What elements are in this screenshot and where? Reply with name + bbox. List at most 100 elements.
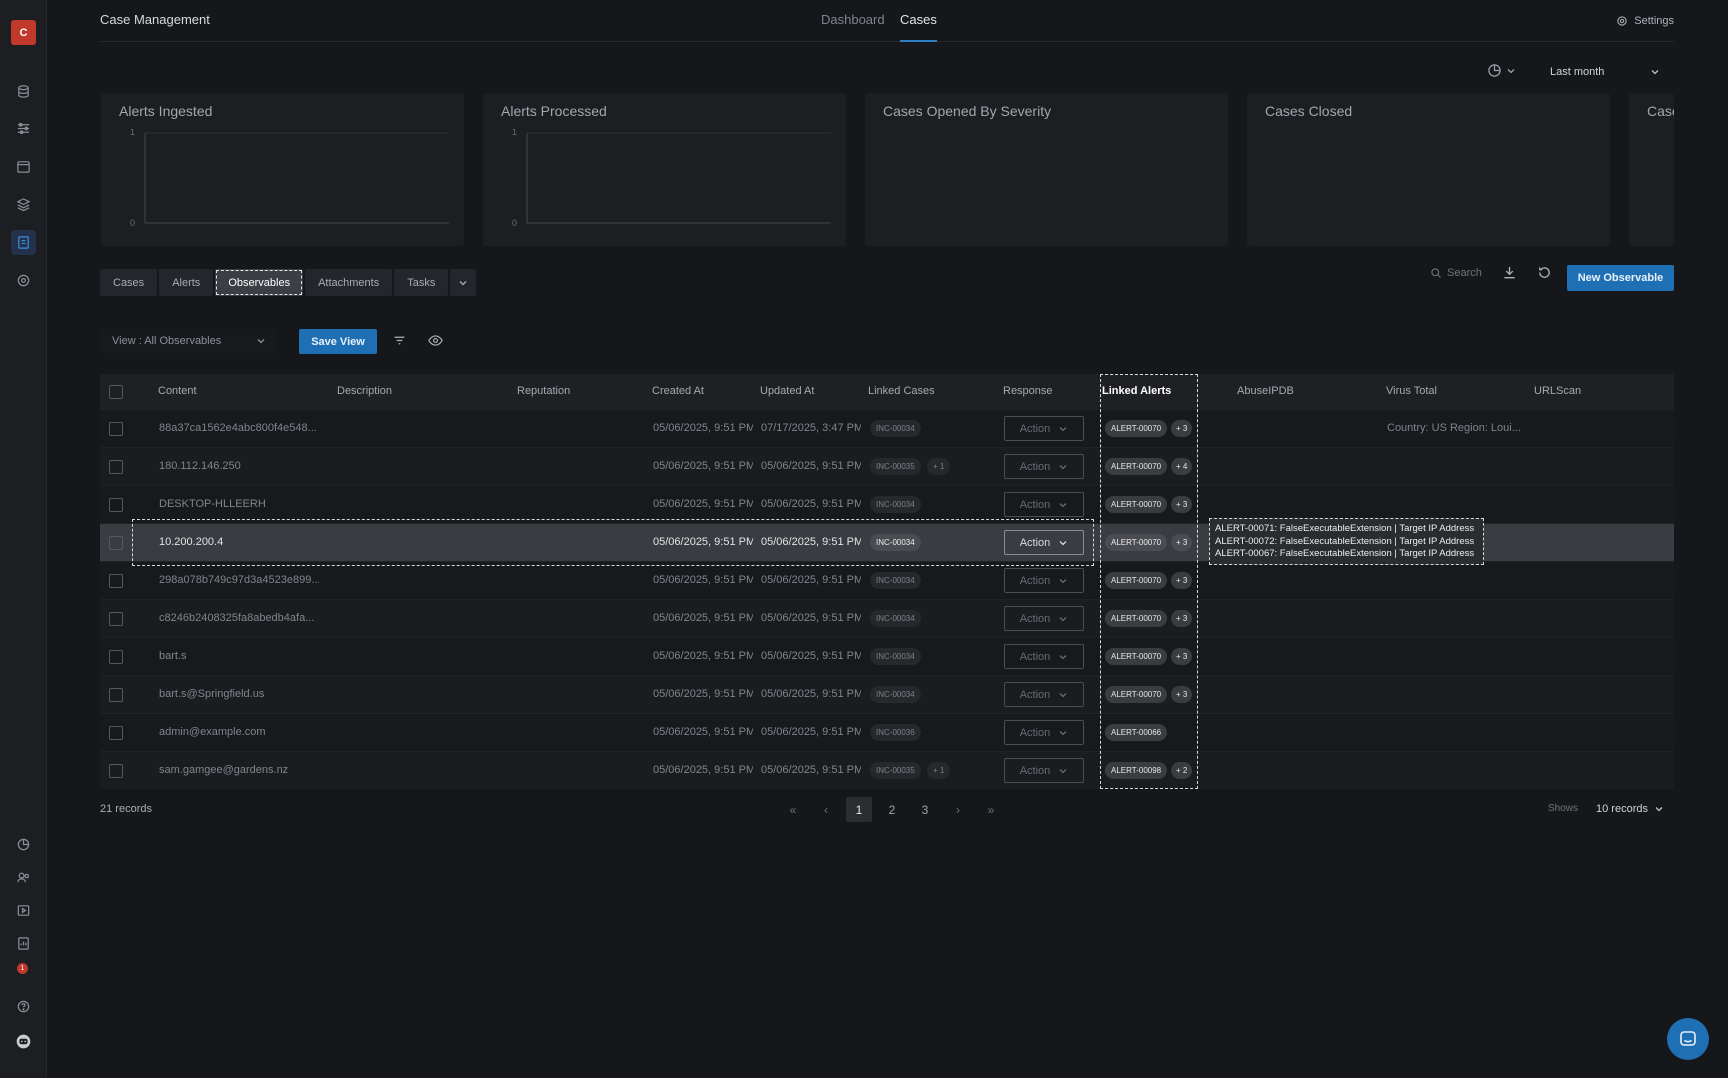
subtab-alerts[interactable]: Alerts xyxy=(159,269,214,296)
subtab-tasks[interactable]: Tasks xyxy=(394,269,449,296)
filter-button[interactable] xyxy=(393,334,406,347)
action-dropdown-button[interactable]: Action xyxy=(1004,758,1084,783)
subtab-more-button[interactable] xyxy=(450,269,477,296)
col-urlscan[interactable]: URLScan xyxy=(1534,385,1581,397)
table-row[interactable]: 298a078b749c97d3a4523e899... 05/06/2025, … xyxy=(100,561,1674,599)
playbook-icon[interactable] xyxy=(11,898,36,923)
linked-alert-more-badge[interactable]: + 4 xyxy=(1171,458,1193,475)
row-checkbox[interactable] xyxy=(109,612,123,626)
refresh-interval-button[interactable] xyxy=(1487,63,1516,78)
table-row[interactable]: c8246b2408325fa8abedb4afa... 05/06/2025, … xyxy=(100,599,1674,637)
row-checkbox[interactable] xyxy=(109,726,123,740)
database-icon[interactable] xyxy=(11,79,36,104)
subtab-observables[interactable]: Observables xyxy=(215,269,304,296)
col-reputation[interactable]: Reputation xyxy=(517,385,570,397)
page-2-button[interactable]: 2 xyxy=(879,797,905,822)
page-1-button[interactable]: 1 xyxy=(846,797,872,822)
next-page-button[interactable]: › xyxy=(945,797,971,822)
target-icon[interactable] xyxy=(11,268,36,293)
linked-alert-more-badge[interactable]: + 3 xyxy=(1171,572,1193,589)
help-icon[interactable] xyxy=(11,994,36,1019)
case-management-icon[interactable] xyxy=(11,230,36,255)
tab-cases[interactable]: Cases xyxy=(900,12,937,42)
subtab-cases[interactable]: Cases xyxy=(100,269,158,296)
action-dropdown-button[interactable]: Action xyxy=(1004,644,1084,669)
org-logo[interactable]: C xyxy=(11,20,36,45)
row-checkbox[interactable] xyxy=(109,460,123,474)
linked-alert-more-badge[interactable]: + 3 xyxy=(1171,648,1193,665)
linked-case-badge[interactable]: INC-00034 xyxy=(870,534,921,551)
col-linked-cases[interactable]: Linked Cases xyxy=(868,385,935,397)
notification-badge[interactable]: 1 xyxy=(17,963,28,974)
row-checkbox[interactable] xyxy=(109,688,123,702)
col-abuseipdb[interactable]: AbuseIPDB xyxy=(1237,385,1294,397)
sliders-icon[interactable] xyxy=(11,116,36,141)
view-select[interactable]: View : All Observables xyxy=(100,329,278,353)
linked-case-badge[interactable]: INC-00034 xyxy=(870,686,921,703)
action-dropdown-button[interactable]: Action xyxy=(1004,682,1084,707)
linked-alert-badge[interactable]: ALERT-00070 xyxy=(1105,572,1168,589)
linked-alert-badge[interactable]: ALERT-00070 xyxy=(1105,648,1168,665)
last-page-button[interactable]: » xyxy=(978,797,1004,822)
report-icon[interactable] xyxy=(11,931,36,956)
col-updated-at[interactable]: Updated At xyxy=(760,385,814,397)
table-row[interactable]: admin@example.com 05/06/2025, 9:51 PM 05/0… xyxy=(100,713,1674,751)
linked-case-badge[interactable]: INC-00036 xyxy=(870,724,921,741)
linked-case-badge[interactable]: INC-00034 xyxy=(870,610,921,627)
linked-alert-badge[interactable]: ALERT-00070 xyxy=(1105,686,1168,703)
linked-case-more-badge[interactable]: + 1 xyxy=(927,762,951,779)
users-icon[interactable] xyxy=(11,865,36,890)
row-checkbox[interactable] xyxy=(109,574,123,588)
linked-alert-badge[interactable]: ALERT-00070 xyxy=(1105,610,1168,627)
save-view-button[interactable]: Save View xyxy=(299,329,377,354)
linked-alert-badge[interactable]: ALERT-00070 xyxy=(1105,496,1168,513)
page-3-button[interactable]: 3 xyxy=(912,797,938,822)
new-observable-button[interactable]: New Observable xyxy=(1567,265,1674,291)
linked-case-badge[interactable]: INC-00034 xyxy=(870,496,921,513)
linked-alert-more-badge[interactable]: + 3 xyxy=(1171,496,1193,513)
linked-alert-badge[interactable]: ALERT-00070 xyxy=(1105,458,1168,475)
linked-alert-more-badge[interactable]: + 3 xyxy=(1171,610,1193,627)
linked-case-badge[interactable]: INC-00034 xyxy=(870,648,921,665)
table-row[interactable]: 88a37ca1562e4abc800f4e548... 05/06/2025, … xyxy=(100,409,1674,447)
col-description[interactable]: Description xyxy=(337,385,392,397)
action-dropdown-button[interactable]: Action xyxy=(1004,416,1084,441)
linked-alert-more-badge[interactable]: + 3 xyxy=(1171,686,1193,703)
search-input[interactable]: Search xyxy=(1430,267,1482,279)
col-virus-total[interactable]: Virus Total xyxy=(1386,385,1437,397)
select-all-checkbox[interactable] xyxy=(109,385,123,399)
row-checkbox[interactable] xyxy=(109,650,123,664)
linked-case-badge[interactable]: INC-00034 xyxy=(870,572,921,589)
col-response[interactable]: Response xyxy=(1003,385,1053,397)
table-row[interactable]: bart.s@Springfield.us 05/06/2025, 9:51 PM… xyxy=(100,675,1674,713)
pie-chart-icon[interactable] xyxy=(11,832,36,857)
linked-alert-more-badge[interactable]: + 2 xyxy=(1171,762,1193,779)
linked-alert-badge[interactable]: ALERT-00098 xyxy=(1105,762,1168,779)
col-created-at[interactable]: Created At xyxy=(652,385,704,397)
row-checkbox[interactable] xyxy=(109,422,123,436)
linked-alert-more-badge[interactable]: + 3 xyxy=(1171,420,1193,437)
linked-case-badge[interactable]: INC-00034 xyxy=(870,420,921,437)
action-dropdown-button[interactable]: Action xyxy=(1004,568,1084,593)
subtab-attachments[interactable]: Attachments xyxy=(305,269,393,296)
linked-alert-more-badge[interactable]: + 3 xyxy=(1171,534,1193,551)
col-content[interactable]: Content xyxy=(158,385,197,397)
tab-dashboard[interactable]: Dashboard xyxy=(821,12,885,42)
table-row[interactable]: 180.112.146.250 05/06/2025, 9:51 PM 05/06/… xyxy=(100,447,1674,485)
calendar-icon[interactable] xyxy=(11,154,36,179)
action-dropdown-button[interactable]: Action xyxy=(1004,492,1084,517)
linked-alert-badge[interactable]: ALERT-00066 xyxy=(1105,724,1168,741)
prev-page-button[interactable]: ‹ xyxy=(813,797,839,822)
linked-alert-badge[interactable]: ALERT-00070 xyxy=(1105,534,1168,551)
layers-icon[interactable] xyxy=(11,192,36,217)
assistant-bot-icon[interactable] xyxy=(11,1029,36,1054)
download-button[interactable] xyxy=(1502,265,1517,280)
linked-alert-badge[interactable]: ALERT-00070 xyxy=(1105,420,1168,437)
row-checkbox[interactable] xyxy=(109,536,123,550)
first-page-button[interactable]: « xyxy=(780,797,806,822)
table-row[interactable]: bart.s 05/06/2025, 9:51 PM 05/06/2025, 9:5… xyxy=(100,637,1674,675)
row-checkbox[interactable] xyxy=(109,764,123,778)
column-visibility-button[interactable] xyxy=(428,334,443,347)
per-page-select[interactable]: 10 records xyxy=(1586,797,1674,821)
action-dropdown-button[interactable]: Action xyxy=(1004,530,1084,555)
